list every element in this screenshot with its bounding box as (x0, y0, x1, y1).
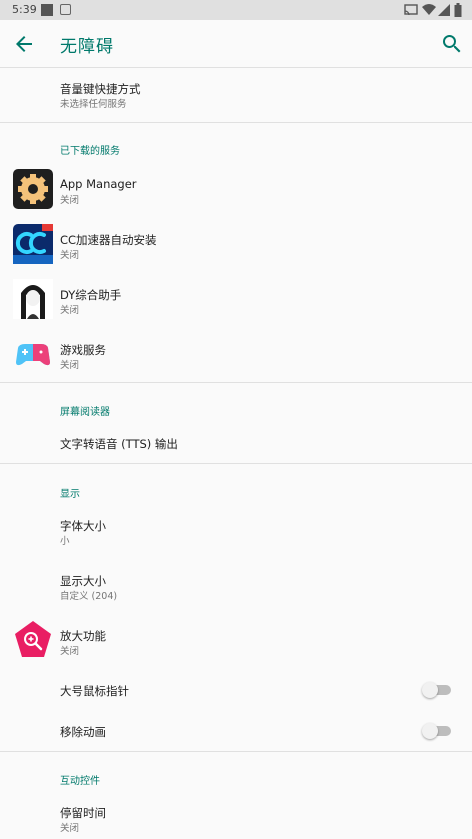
dwell-time-status: 关闭 (60, 823, 80, 834)
app-notification-icon (60, 4, 71, 15)
display-size-value: 自定义 (204) (60, 591, 118, 602)
screen-reader-header: 屏幕阅读器 (60, 407, 110, 418)
magnify-icon (15, 621, 51, 657)
divider (0, 122, 472, 123)
page-title: 无障碍 (60, 37, 114, 57)
gamepad-icon (16, 344, 50, 366)
service-title: 游戏服务 (60, 343, 106, 357)
remove-animations-toggle[interactable] (422, 722, 451, 739)
status-time: 5:39 (12, 3, 37, 16)
service-title: DY综合助手 (60, 288, 122, 302)
font-size-value: 小 (60, 536, 70, 547)
signal-icon (438, 4, 450, 16)
notification-icon (41, 4, 53, 16)
app-bar: 无障碍 (0, 20, 472, 68)
divider (0, 463, 472, 464)
wifi-icon (422, 4, 436, 15)
service-status: 关闭 (60, 195, 80, 206)
arrow-back-icon[interactable] (12, 32, 36, 56)
service-title: App Manager (60, 177, 137, 191)
cc-logo-icon (13, 224, 53, 264)
service-status: 关闭 (60, 250, 80, 261)
display-size-title: 显示大小 (60, 574, 106, 588)
status-bar: 5:39 (0, 0, 472, 20)
display-header: 显示 (60, 489, 80, 500)
downloaded-services-header: 已下载的服务 (60, 146, 120, 157)
cast-icon (404, 4, 418, 16)
remove-animations-title: 移除动画 (60, 725, 106, 739)
service-status: 关闭 (60, 305, 80, 316)
divider (0, 751, 472, 752)
large-pointer-toggle[interactable] (422, 681, 451, 698)
divider (0, 382, 472, 383)
large-pointer-title: 大号鼠标指针 (60, 684, 129, 698)
gear-icon (13, 169, 53, 209)
magnification-status: 关闭 (60, 646, 80, 657)
magnification-title: 放大功能 (60, 629, 106, 643)
search-icon[interactable] (440, 32, 464, 56)
service-status: 关闭 (60, 360, 80, 371)
anime-avatar-icon (13, 279, 53, 319)
dwell-time-title: 停留时间 (60, 806, 106, 820)
interaction-controls-header: 互动控件 (60, 776, 100, 787)
font-size-title: 字体大小 (60, 519, 106, 533)
tts-output-title: 文字转语音 (TTS) 输出 (60, 437, 178, 451)
volume-shortcut-subtitle: 未选择任何服务 (60, 99, 127, 110)
battery-icon (454, 3, 462, 17)
volume-shortcut-title: 音量键快捷方式 (60, 82, 141, 96)
service-title: CC加速器自动安装 (60, 233, 157, 247)
